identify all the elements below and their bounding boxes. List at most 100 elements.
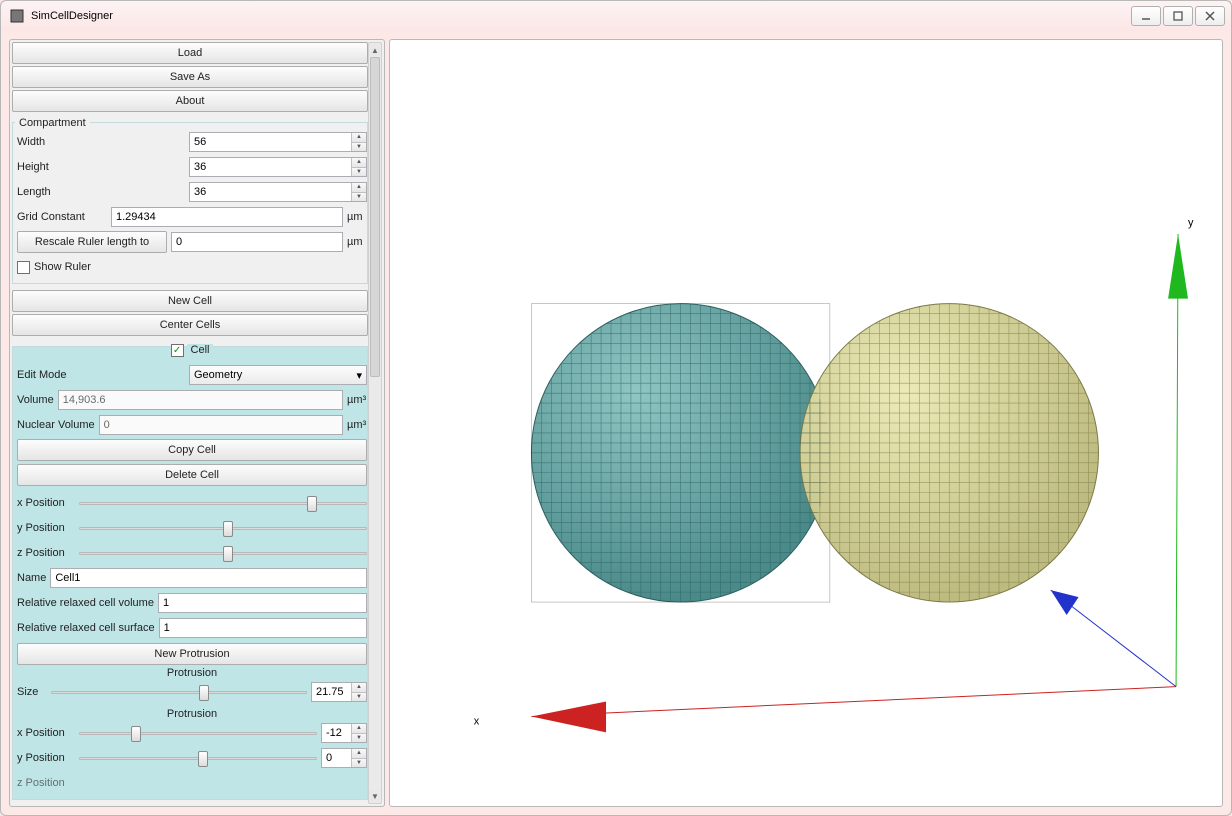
chevron-down-icon[interactable]: ▼ — [352, 693, 366, 702]
compartment-legend: Compartment — [15, 117, 90, 129]
width-spinner[interactable]: ▲▼ — [351, 133, 366, 151]
z-axis-arrow-icon — [1051, 590, 1079, 615]
scroll-down-icon[interactable]: ▼ — [370, 790, 380, 802]
chevron-up-icon[interactable]: ▲ — [352, 158, 366, 168]
cell-group: ✓ Cell Edit Mode Geometry ▾ Volume µm³ — [12, 346, 368, 800]
maximize-button[interactable] — [1163, 6, 1193, 26]
size-slider[interactable] — [51, 683, 307, 701]
chevron-down-icon[interactable]: ▼ — [352, 168, 366, 177]
titlebar[interactable]: SimCellDesigner — [1, 1, 1231, 31]
prot-x-slider[interactable] — [79, 724, 317, 742]
protrusion-header-1: Protrusion — [17, 665, 367, 681]
app-window: SimCellDesigner Load Save As About Compa… — [0, 0, 1232, 816]
rescale-input[interactable] — [171, 232, 343, 252]
volume-unit: µm³ — [347, 394, 367, 406]
viewport-3d[interactable]: x y z — [389, 39, 1223, 807]
rel-vol-label: Relative relaxed cell volume — [17, 597, 154, 609]
x-axis-label: x — [474, 715, 480, 727]
y-axis-label: y — [1188, 217, 1194, 229]
x-position-label: x Position — [17, 497, 75, 509]
app-icon — [9, 8, 25, 24]
chevron-up-icon[interactable]: ▲ — [352, 749, 366, 759]
save-as-button[interactable]: Save As — [12, 66, 368, 88]
name-input[interactable] — [50, 568, 367, 588]
protrusion-header-2: Protrusion — [17, 706, 367, 722]
height-input[interactable]: ▲▼ — [189, 157, 367, 177]
close-button[interactable] — [1195, 6, 1225, 26]
chevron-down-icon[interactable]: ▼ — [352, 759, 366, 768]
grid-constant-label: Grid Constant — [17, 211, 107, 223]
chevron-up-icon[interactable]: ▲ — [352, 133, 366, 143]
center-cells-button[interactable]: Center Cells — [12, 314, 368, 336]
chevron-down-icon[interactable]: ▼ — [352, 193, 366, 202]
show-ruler-checkbox[interactable] — [17, 261, 30, 274]
height-spinner[interactable]: ▲▼ — [351, 158, 366, 176]
length-spinner[interactable]: ▲▼ — [351, 183, 366, 201]
viewport-svg: x y z — [390, 40, 1222, 806]
delete-cell-button[interactable]: Delete Cell — [17, 464, 367, 486]
minimize-button[interactable] — [1131, 6, 1161, 26]
height-label: Height — [17, 161, 185, 173]
nuclear-volume-label: Nuclear Volume — [17, 419, 95, 431]
name-label: Name — [17, 572, 46, 584]
prot-x-spinner[interactable]: ▲▼ — [351, 724, 366, 742]
width-input[interactable]: ▲▼ — [189, 132, 367, 152]
prot-x-label: x Position — [17, 727, 75, 739]
edit-mode-value: Geometry — [194, 369, 242, 381]
x-position-slider[interactable] — [79, 494, 367, 512]
y-position-label: y Position — [17, 522, 75, 534]
chevron-up-icon[interactable]: ▲ — [352, 183, 366, 193]
new-protrusion-button[interactable]: New Protrusion — [17, 643, 367, 665]
sidebar: Load Save As About Compartment Width ▲▼ … — [9, 39, 385, 807]
scroll-thumb[interactable] — [370, 57, 380, 377]
compartment-group: Compartment Width ▲▼ Height ▲▼ — [12, 122, 368, 284]
nuclear-volume-unit: µm³ — [347, 419, 367, 431]
prot-z-label: z Position — [17, 777, 75, 789]
client-area: Load Save As About Compartment Width ▲▼ … — [1, 31, 1231, 815]
size-label: Size — [17, 686, 47, 698]
sidebar-scrollbar[interactable]: ▲ ▼ — [368, 42, 382, 804]
app-title: SimCellDesigner — [31, 10, 113, 22]
rescale-button[interactable]: Rescale Ruler length to — [17, 231, 167, 253]
y-position-slider[interactable] — [79, 519, 367, 537]
width-label: Width — [17, 136, 185, 148]
about-button[interactable]: About — [12, 90, 368, 112]
prot-y-slider[interactable] — [79, 749, 317, 767]
length-input[interactable]: ▲▼ — [189, 182, 367, 202]
rel-surf-input[interactable] — [159, 618, 367, 638]
copy-cell-button[interactable]: Copy Cell — [17, 439, 367, 461]
grid-unit: µm — [347, 211, 367, 223]
scroll-up-icon[interactable]: ▲ — [370, 44, 380, 56]
x-axis-arrow-icon — [531, 702, 606, 733]
grid-constant-input[interactable] — [111, 207, 343, 227]
chevron-up-icon[interactable]: ▲ — [352, 724, 366, 734]
rel-surf-label: Relative relaxed cell surface — [17, 622, 155, 634]
new-cell-button[interactable]: New Cell — [12, 290, 368, 312]
nuclear-volume-input — [99, 415, 343, 435]
z-position-slider[interactable] — [79, 544, 367, 562]
size-input[interactable]: ▲▼ — [311, 682, 367, 702]
rel-vol-input[interactable] — [158, 593, 367, 613]
chevron-down-icon: ▾ — [356, 369, 362, 382]
window-controls — [1131, 6, 1225, 26]
show-ruler-label: Show Ruler — [34, 261, 91, 273]
edit-mode-label: Edit Mode — [17, 369, 185, 381]
z-position-label: z Position — [17, 547, 75, 559]
chevron-down-icon[interactable]: ▼ — [352, 734, 366, 743]
prot-y-label: y Position — [17, 752, 75, 764]
size-spinner[interactable]: ▲▼ — [351, 683, 366, 701]
prot-y-input[interactable]: ▲▼ — [321, 748, 367, 768]
prot-y-spinner[interactable]: ▲▼ — [351, 749, 366, 767]
rescale-unit: µm — [347, 236, 367, 248]
volume-input — [58, 390, 343, 410]
chevron-down-icon[interactable]: ▼ — [352, 143, 366, 152]
volume-label: Volume — [17, 394, 54, 406]
prot-x-input[interactable]: ▲▼ — [321, 723, 367, 743]
length-label: Length — [17, 186, 185, 198]
cell-checkbox[interactable]: ✓ — [171, 344, 184, 357]
cell-legend: Cell — [187, 344, 214, 356]
chevron-up-icon[interactable]: ▲ — [352, 683, 366, 693]
y-axis-arrow-icon — [1168, 234, 1188, 299]
edit-mode-select[interactable]: Geometry ▾ — [189, 365, 367, 385]
load-button[interactable]: Load — [12, 42, 368, 64]
